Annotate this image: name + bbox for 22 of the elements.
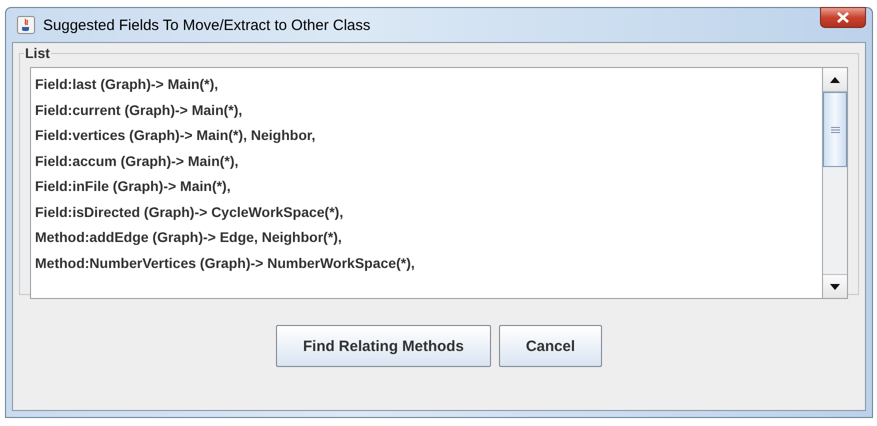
list-item[interactable]: Field:inFile (Graph)-> Main(*), — [35, 175, 822, 200]
scroll-down-button[interactable] — [823, 274, 847, 298]
list-item[interactable]: Field:vertices (Graph)-> Main(*), Neighbor, — [35, 124, 822, 150]
list-item[interactable]: Field:accum (Graph)-> Main(*), — [35, 150, 822, 175]
grip-icon — [830, 126, 840, 132]
down-arrow-icon — [830, 284, 840, 290]
up-arrow-icon — [830, 76, 840, 82]
close-icon — [837, 12, 849, 23]
list-item[interactable]: Field:isDirected (Graph)-> CycleWorkSpace(*), — [35, 200, 822, 226]
scrollbar[interactable] — [822, 68, 847, 298]
close-button[interactable] — [820, 7, 866, 28]
dialog-button[interactable]: Cancel — [498, 325, 602, 367]
list-item[interactable]: Field:last (Graph)-> Main(*), — [35, 73, 822, 98]
coffee-cup-icon — [17, 16, 35, 34]
scroll-thumb[interactable] — [823, 92, 847, 167]
dialog-button[interactable]: Find Relating Methods — [276, 325, 491, 367]
window-title: Suggested Fields To Move/Extract to Other Class — [43, 16, 372, 34]
list-item[interactable]: Method:NumberVertices (Graph)-> NumberWorkSpace(*), — [35, 252, 822, 277]
scroll-up-button[interactable] — [823, 68, 847, 92]
list-item[interactable]: Field:current (Graph)-> Main(*), — [35, 98, 822, 124]
list-item[interactable]: Method:addEdge (Graph)-> Edge, Neighbor(*), — [35, 226, 822, 252]
group-title: List — [24, 45, 51, 61]
